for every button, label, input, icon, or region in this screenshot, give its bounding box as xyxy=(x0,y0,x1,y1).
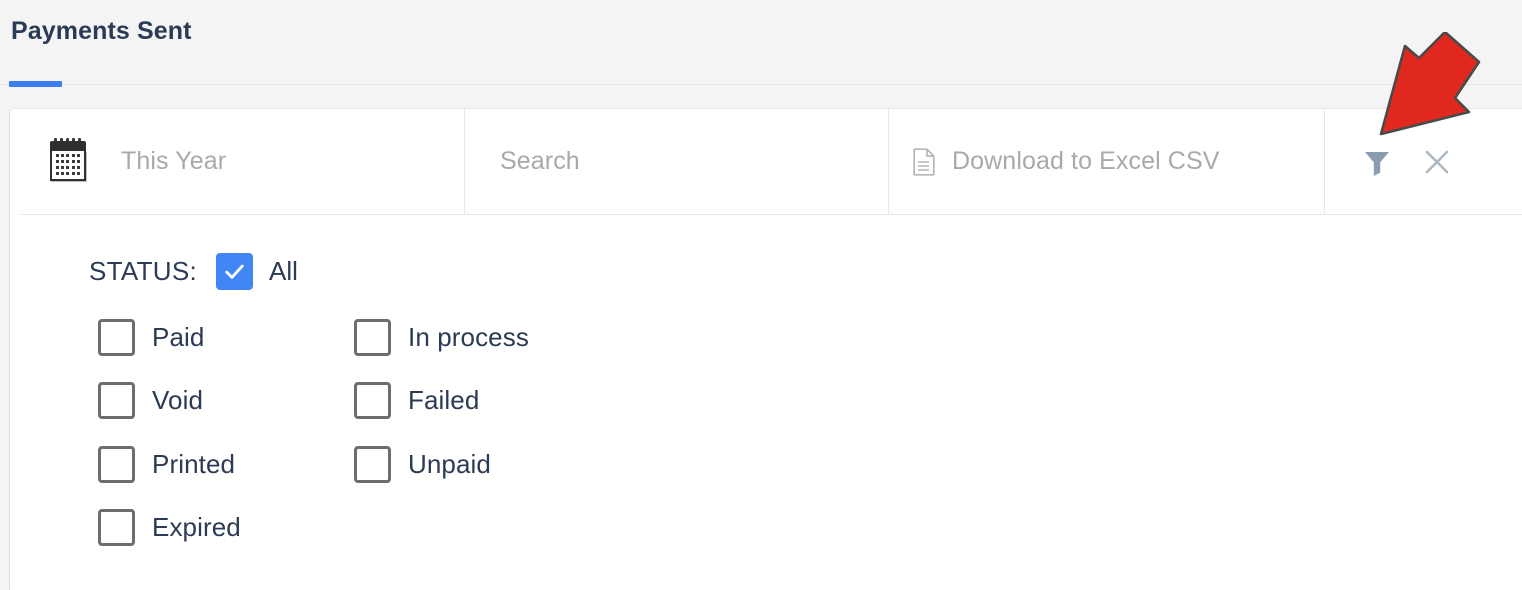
checkbox-printed[interactable] xyxy=(98,446,135,483)
status-option-label: Expired xyxy=(152,512,241,542)
toolbar-actions xyxy=(1362,109,1452,214)
filter-toggle-button[interactable] xyxy=(1362,147,1422,177)
status-all-row: STATUS: All xyxy=(89,253,298,290)
checkbox-void[interactable] xyxy=(98,382,135,419)
checkbox-paid[interactable] xyxy=(98,319,135,356)
status-filter-panel: STATUS: All Paid In process Void Failed … xyxy=(10,215,1522,590)
status-label: STATUS: xyxy=(89,256,198,286)
active-tab-indicator xyxy=(9,81,62,87)
status-option-failed[interactable]: Failed xyxy=(354,382,479,419)
download-csv-button[interactable]: Download to Excel CSV xyxy=(912,109,1220,214)
filter-icon xyxy=(1365,151,1389,176)
page-title: Payments Sent xyxy=(11,17,192,45)
status-option-label: Printed xyxy=(152,449,236,479)
checkbox-expired[interactable] xyxy=(98,509,135,546)
toolbar-divider-1 xyxy=(464,109,465,214)
search-field[interactable]: Search xyxy=(500,109,580,214)
status-option-label: Void xyxy=(152,385,204,415)
tab-rule xyxy=(0,84,1522,85)
toolbar-divider-2 xyxy=(888,109,889,214)
status-option-void[interactable]: Void xyxy=(98,382,203,419)
search-placeholder: Search xyxy=(500,147,580,175)
app-root: Payments Sent This Year Search Download … xyxy=(0,0,1522,590)
date-range-value: This Year xyxy=(121,147,227,175)
status-option-expired[interactable]: Expired xyxy=(98,509,241,546)
close-icon xyxy=(1425,150,1449,173)
status-option-label: Unpaid xyxy=(408,449,491,479)
toolbar: This Year Search Download to Excel CSV xyxy=(10,109,1522,215)
status-option-in-process[interactable]: In process xyxy=(354,319,529,356)
clear-filters-button[interactable] xyxy=(1422,147,1452,177)
date-range-filter[interactable]: This Year xyxy=(48,109,226,214)
checkbox-failed[interactable] xyxy=(354,382,391,419)
status-option-printed[interactable]: Printed xyxy=(98,446,235,483)
calendar-icon xyxy=(48,137,90,183)
status-option-unpaid[interactable]: Unpaid xyxy=(354,446,491,483)
document-icon xyxy=(913,147,935,176)
status-option-label: Paid xyxy=(152,322,205,352)
check-icon xyxy=(225,264,244,279)
status-option-label: Failed xyxy=(408,385,480,415)
checkbox-in-process[interactable] xyxy=(354,319,391,356)
payments-card: This Year Search Download to Excel CSV S… xyxy=(10,109,1522,590)
toolbar-divider-3 xyxy=(1324,109,1325,214)
status-option-label: In process xyxy=(408,322,529,352)
checkbox-all[interactable] xyxy=(216,253,254,290)
checkbox-unpaid[interactable] xyxy=(354,446,391,483)
page-header: Payments Sent xyxy=(0,0,1522,87)
status-option-paid[interactable]: Paid xyxy=(98,319,204,356)
download-csv-label: Download to Excel CSV xyxy=(952,147,1220,175)
checkbox-all-label: All xyxy=(269,256,298,286)
